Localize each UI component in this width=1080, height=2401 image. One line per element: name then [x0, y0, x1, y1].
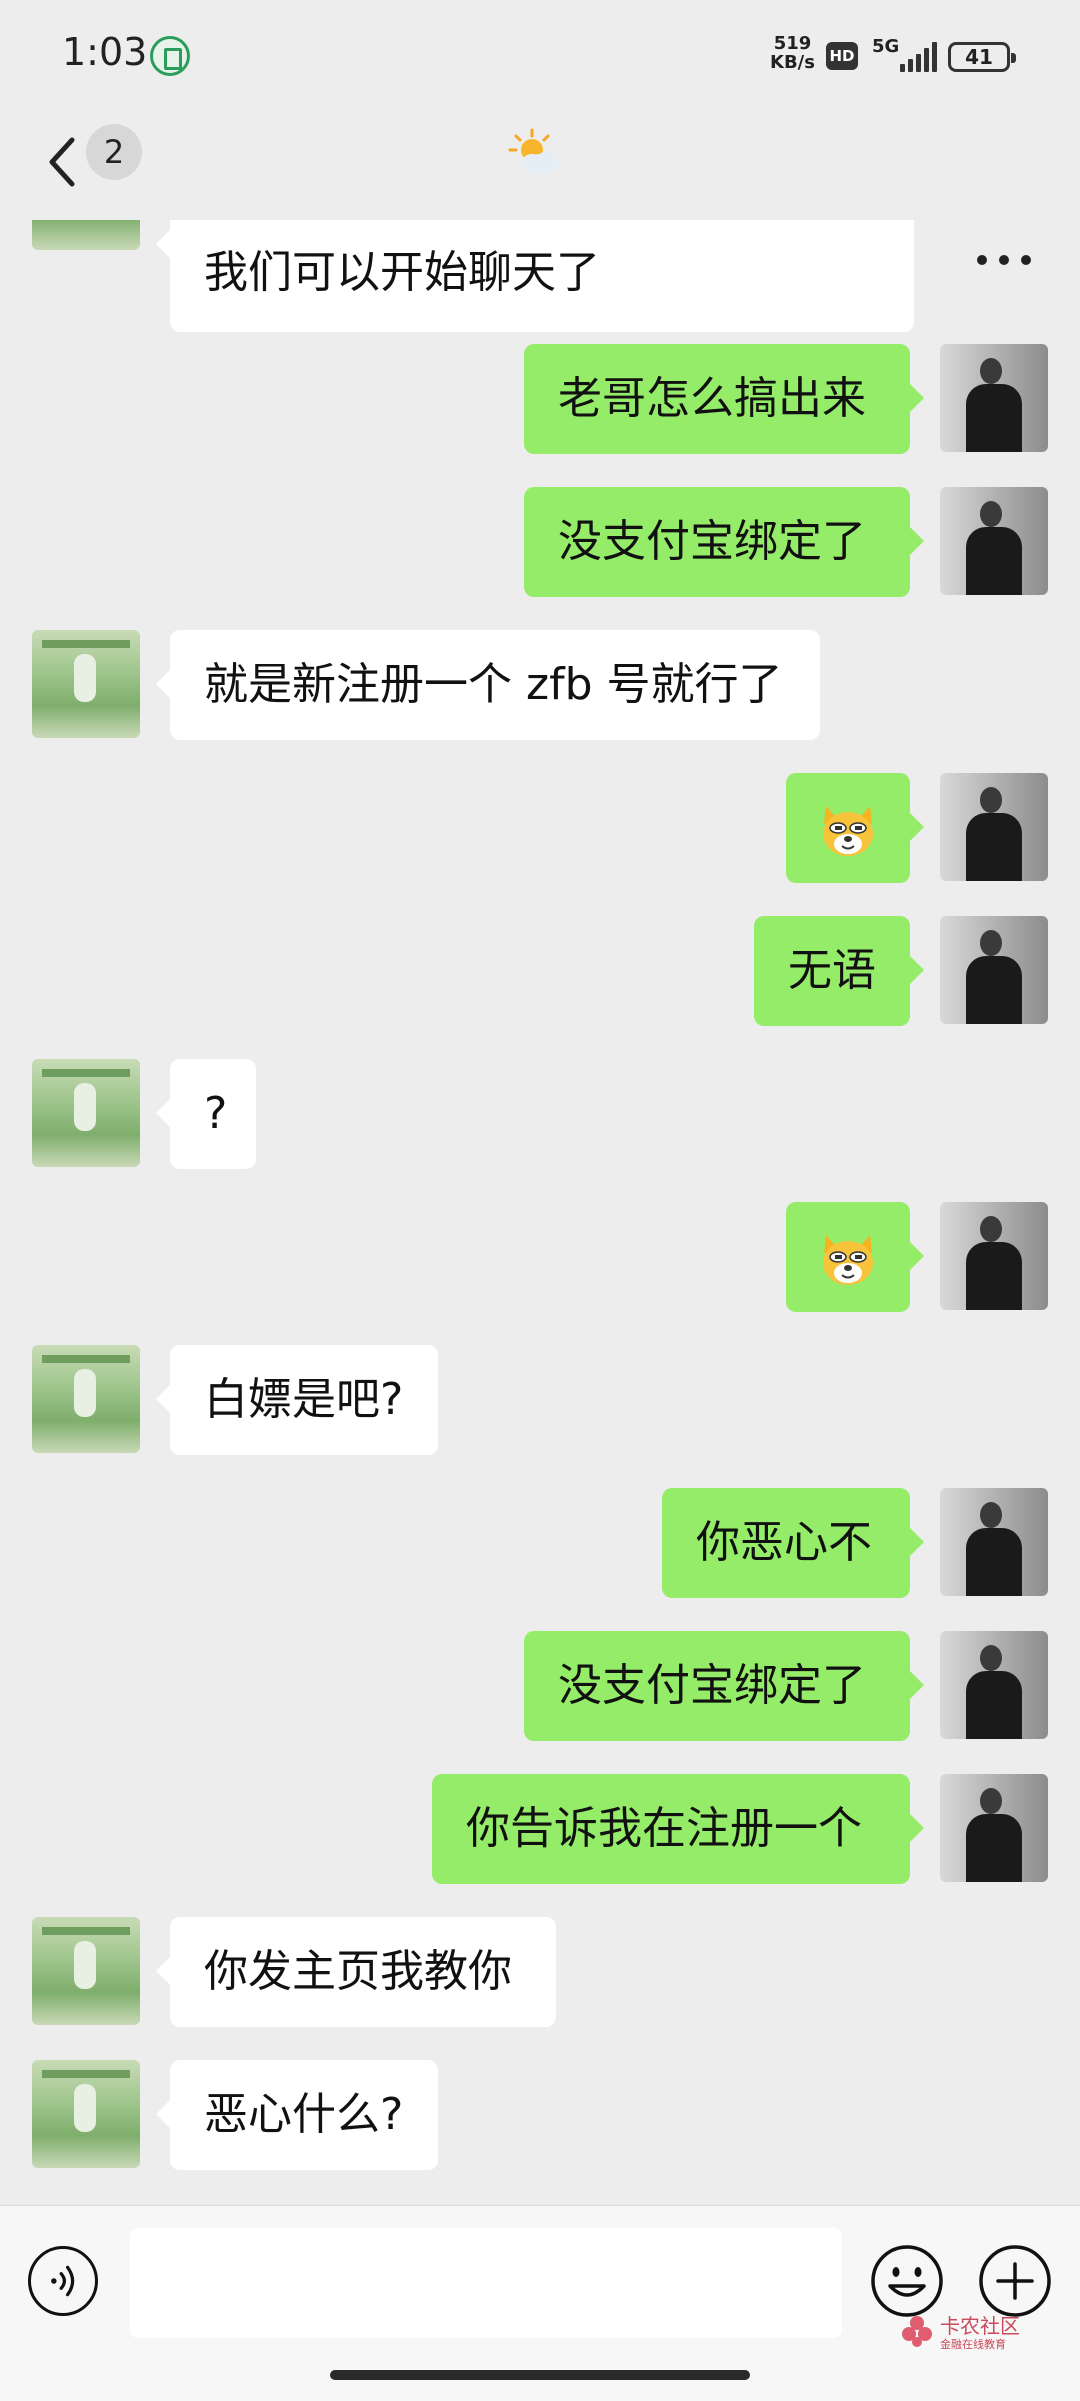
contact-avatar[interactable] — [32, 630, 140, 738]
message-bubble-received[interactable]: 就是新注册一个 zfb 号就行了 — [156, 630, 820, 740]
dog-face-emoji — [823, 806, 873, 856]
sun-cloud-icon — [508, 128, 560, 174]
back-arrow-icon[interactable] — [40, 132, 90, 192]
message-bubble-sent[interactable]: 没支付宝绑定了 — [524, 487, 924, 597]
emoji-bubble-sent[interactable] — [786, 773, 924, 883]
network-speed-value: 519 — [773, 33, 812, 54]
bank-app-icon — [150, 36, 190, 76]
message-bubble-sent[interactable]: 老哥怎么搞出来 — [524, 344, 924, 454]
watermark-logo-icon — [902, 2316, 932, 2347]
message-input[interactable] — [130, 2228, 842, 2338]
message-text: 就是新注册一个 zfb 号就行了 — [204, 659, 783, 710]
unread-count-badge[interactable]: 2 — [86, 124, 142, 180]
contact-avatar[interactable] — [32, 2060, 140, 2168]
my-avatar[interactable] — [940, 1488, 1048, 1596]
message-text: 你告诉我在注册一个 — [466, 1803, 862, 1854]
battery-icon: 41 — [948, 42, 1016, 72]
message-bubble-sent[interactable]: 没支付宝绑定了 — [524, 1631, 924, 1741]
contact-avatar[interactable] — [32, 1917, 140, 2025]
voice-input-icon[interactable] — [28, 2246, 98, 2316]
contact-avatar[interactable] — [32, 220, 140, 250]
my-avatar[interactable] — [940, 916, 1048, 1024]
my-avatar[interactable] — [940, 344, 1048, 452]
watermark-subtitle: 金融在线教育 — [940, 2338, 1006, 2351]
my-avatar[interactable] — [940, 487, 1048, 595]
contact-avatar[interactable] — [32, 1059, 140, 1167]
network-type: 5G — [872, 36, 900, 57]
message-text: 恶心什么? — [204, 2089, 404, 2140]
my-avatar[interactable] — [940, 1631, 1048, 1739]
message-text: 你发主页我教你 — [204, 1946, 512, 1997]
emoji-button-icon[interactable] — [870, 2244, 944, 2318]
message-text: ? — [204, 1088, 228, 1139]
message-bubble-received[interactable]: ? — [156, 1059, 256, 1169]
message-bubble-received[interactable]: 你发主页我教你 — [156, 1917, 556, 2027]
message-text: 无语 — [788, 945, 876, 996]
status-time: 1:03 — [62, 30, 148, 74]
my-avatar[interactable] — [940, 1774, 1048, 1882]
message-bubble-received[interactable]: 恶心什么? — [156, 2060, 438, 2170]
message-bubble-sent[interactable]: 你恶心不 — [662, 1488, 924, 1598]
emoji-bubble-sent[interactable] — [786, 1202, 924, 1312]
message-list[interactable]: 我们可以开始聊天了 老哥怎么搞出来 没支付宝绑定了 就是新注册一个 zfb 号就… — [0, 220, 1080, 2200]
dog-face-emoji — [823, 1235, 873, 1285]
home-indicator[interactable] — [330, 2370, 750, 2380]
status-bar: 1:03 519 KB/s HD 5G 41 — [0, 0, 1080, 110]
message-bubble-received[interactable]: 我们可以开始聊天了 — [156, 220, 914, 332]
signal-strength-icon — [900, 40, 940, 72]
message-text: 白嫖是吧? — [204, 1374, 404, 1425]
message-text: 你恶心不 — [696, 1517, 872, 1568]
my-avatar[interactable] — [940, 773, 1048, 881]
network-speed-unit: KB/s — [770, 52, 815, 73]
message-text: 没支付宝绑定了 — [558, 516, 866, 567]
watermark-title: 卡农社区 — [940, 2314, 1020, 2338]
message-bubble-sent[interactable]: 无语 — [754, 916, 924, 1026]
contact-avatar[interactable] — [32, 1345, 140, 1453]
my-avatar[interactable] — [940, 1202, 1048, 1310]
network-speed: 519 KB/s — [770, 34, 815, 72]
message-text: 没支付宝绑定了 — [558, 1660, 866, 1711]
message-bubble-sent[interactable]: 你告诉我在注册一个 — [432, 1774, 924, 1884]
message-text: 老哥怎么搞出来 — [558, 373, 866, 424]
battery-level: 41 — [965, 45, 993, 69]
more-functions-plus-icon[interactable] — [978, 2244, 1052, 2318]
message-bubble-received[interactable]: 白嫖是吧? — [156, 1345, 438, 1455]
message-text: 我们可以开始聊天了 — [204, 247, 600, 298]
hd-icon: HD — [826, 42, 858, 70]
